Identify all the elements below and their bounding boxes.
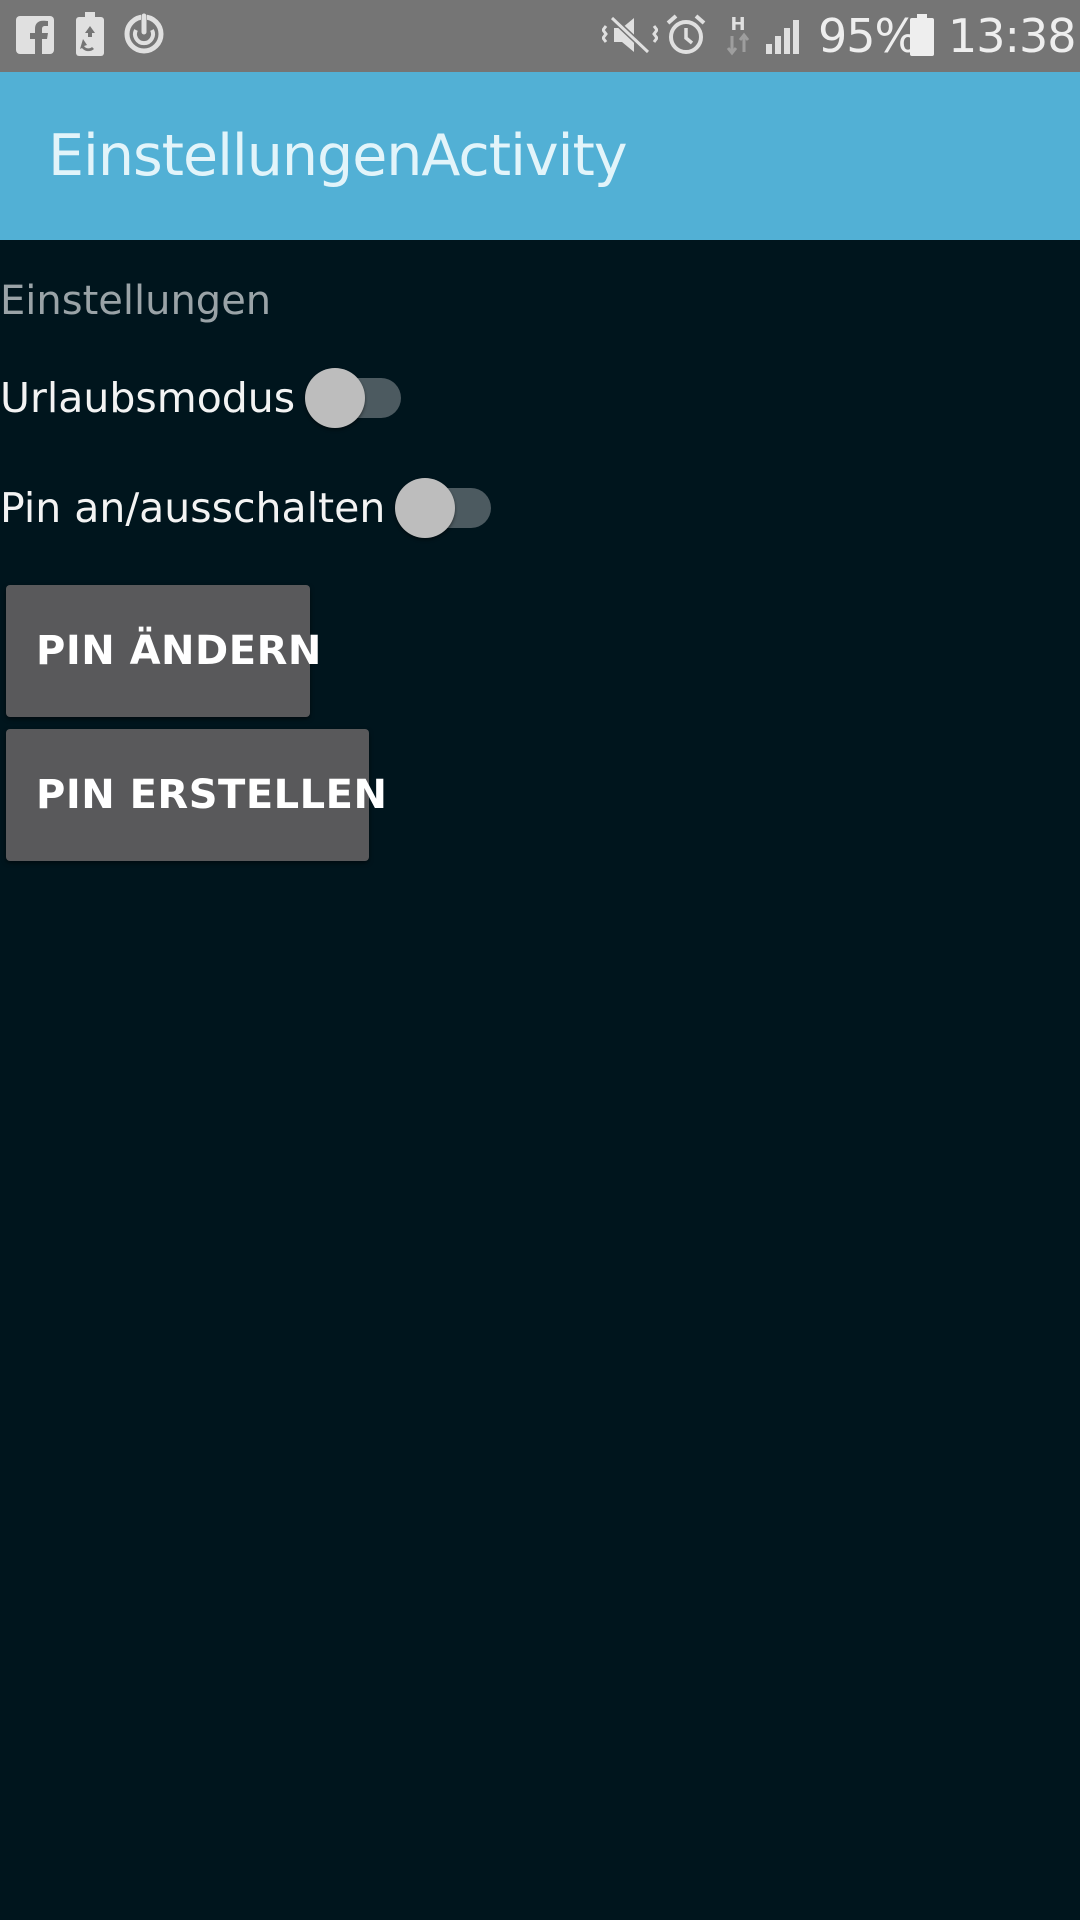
pin-toggle-row: Pin an/ausschalten (0, 476, 492, 540)
page-title: EinstellungenActivity (48, 123, 628, 189)
signal-icon (766, 16, 806, 58)
pin-toggle-label: Pin an/ausschalten (0, 484, 386, 532)
hsdpa-data-icon: H (726, 14, 750, 56)
facebook-icon (16, 16, 54, 58)
switch-thumb (395, 478, 456, 538)
battery-saver-icon (76, 12, 104, 56)
pin-toggle-switch[interactable] (395, 476, 492, 540)
create-pin-button[interactable]: PIN ERSTELLEN (6, 729, 387, 861)
alarm-icon (666, 14, 706, 56)
app-bar: EinstellungenActivity (0, 72, 1080, 240)
vacation-mode-label: Urlaubsmodus (0, 374, 296, 422)
section-label: Einstellungen (0, 278, 272, 324)
sync-icon (122, 12, 166, 54)
status-bar: H 95% 13:38 (0, 0, 1080, 72)
change-pin-button[interactable]: PIN ÄNDERN (6, 585, 321, 717)
vacation-mode-switch[interactable] (305, 366, 402, 430)
switch-thumb (305, 368, 366, 428)
svg-text:H: H (730, 14, 745, 35)
vacation-mode-row: Urlaubsmodus (0, 366, 402, 430)
battery-icon (910, 14, 934, 56)
battery-percent: 95% (818, 9, 918, 63)
clock: 13:38 (948, 9, 1077, 63)
mute-vibrate-icon (602, 14, 658, 56)
